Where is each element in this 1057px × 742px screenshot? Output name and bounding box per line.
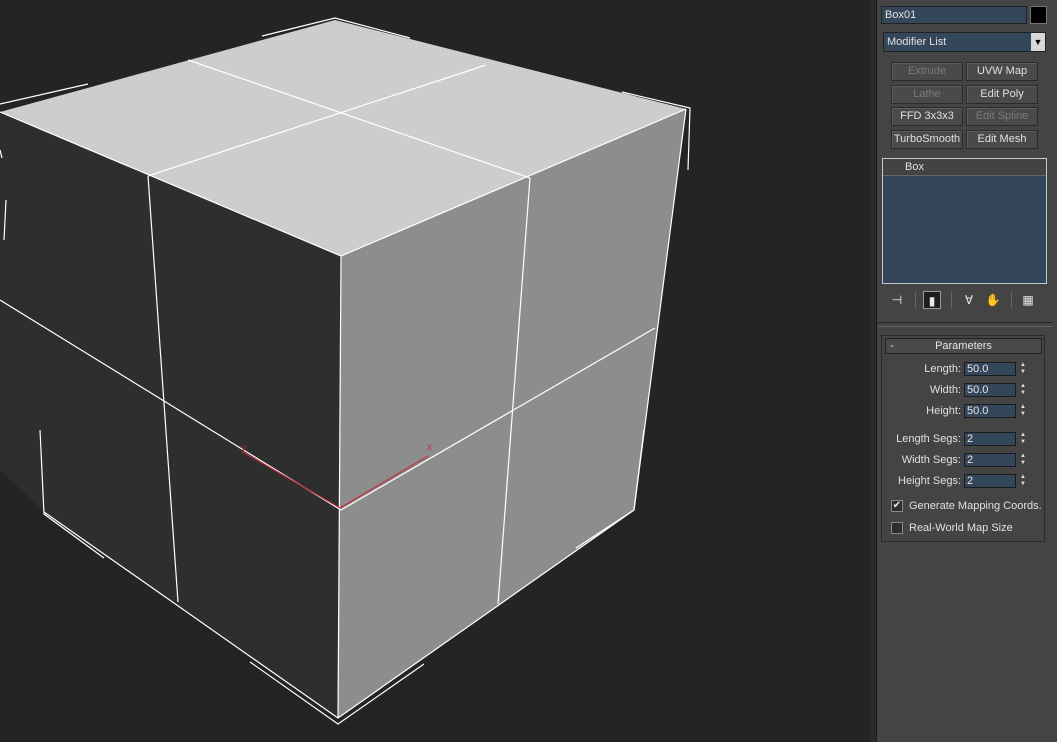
edit-spline-button[interactable]: Edit Spline (966, 107, 1038, 126)
height-label: Height: (926, 405, 961, 417)
width-field[interactable]: 50.0 (964, 383, 1016, 397)
modifier-list-label: Modifier List (887, 36, 947, 48)
height-field[interactable]: 50.0 (964, 404, 1016, 418)
parameters-title: Parameters (935, 340, 992, 352)
modifier-list-dropdown[interactable]: Modifier List ▼ (883, 32, 1046, 52)
edit-poly-button[interactable]: Edit Poly (966, 85, 1038, 104)
toolbar-divider (951, 292, 952, 308)
axis-y-label: y (241, 443, 246, 454)
length-field[interactable]: 50.0 (964, 362, 1016, 376)
length-segs-label: Length Segs: (896, 433, 961, 445)
pin-stack-icon[interactable]: ⊣ (888, 291, 906, 309)
remove-modifier-icon[interactable]: ✋ (984, 291, 1002, 309)
height-segs-field[interactable]: 2 (964, 474, 1016, 488)
viewport-canvas[interactable]: x y (0, 0, 870, 742)
height-spinner-icon[interactable]: ▲ ▼ (1018, 404, 1028, 418)
generate-mapping-label: Generate Mapping Coords. (909, 500, 1042, 512)
toolbar-divider (915, 292, 916, 308)
panel-divider (878, 322, 1052, 327)
lathe-button[interactable]: Lathe (891, 85, 963, 104)
show-end-result-icon[interactable]: ▮ (923, 291, 941, 309)
modifier-stack[interactable]: Box (882, 158, 1047, 284)
stack-item-box[interactable]: Box (883, 159, 1046, 176)
collapse-icon[interactable]: - (890, 339, 894, 353)
real-world-map-size-label: Real-World Map Size (909, 522, 1013, 534)
object-name-field[interactable]: Box01 (881, 6, 1027, 24)
object-color-swatch[interactable] (1030, 6, 1047, 24)
real-world-map-size-checkbox[interactable] (891, 522, 903, 534)
chevron-down-icon[interactable]: ▼ (1031, 33, 1045, 51)
extrude-button[interactable]: Extrude (891, 62, 963, 81)
length-segs-field[interactable]: 2 (964, 432, 1016, 446)
make-unique-icon[interactable]: ∀ (960, 291, 978, 309)
checkmark-icon: ✔ (892, 500, 902, 511)
height-segs-label: Height Segs: (898, 475, 961, 487)
width-spinner-icon[interactable]: ▲ ▼ (1018, 383, 1028, 397)
axis-x-label: x (427, 442, 432, 453)
width-label: Width: (929, 384, 961, 396)
parameters-rollout-header[interactable]: - Parameters (885, 338, 1042, 354)
generate-mapping-checkbox[interactable]: ✔ (891, 500, 903, 512)
perspective-viewport[interactable]: x y (0, 0, 870, 742)
ffd-3x3x3-button[interactable]: FFD 3x3x3 (891, 107, 963, 126)
length-segs-spinner-icon[interactable]: ▲ ▼ (1018, 432, 1028, 446)
length-spinner-icon[interactable]: ▲ ▼ (1018, 362, 1028, 376)
edit-mesh-button[interactable]: Edit Mesh (966, 130, 1038, 149)
toolbar-divider (1011, 292, 1012, 308)
height-segs-spinner-icon[interactable]: ▲ ▼ (1018, 474, 1028, 488)
length-label: Length: (924, 363, 961, 375)
uvw-map-button[interactable]: UVW Map (966, 62, 1038, 81)
width-segs-spinner-icon[interactable]: ▲ ▼ (1018, 453, 1028, 467)
configure-modifier-sets-icon[interactable]: ▦ (1019, 291, 1037, 309)
width-segs-field[interactable]: 2 (964, 453, 1016, 467)
turbosmooth-button[interactable]: TurboSmooth (891, 130, 963, 149)
width-segs-label: Width Segs: (901, 454, 961, 466)
